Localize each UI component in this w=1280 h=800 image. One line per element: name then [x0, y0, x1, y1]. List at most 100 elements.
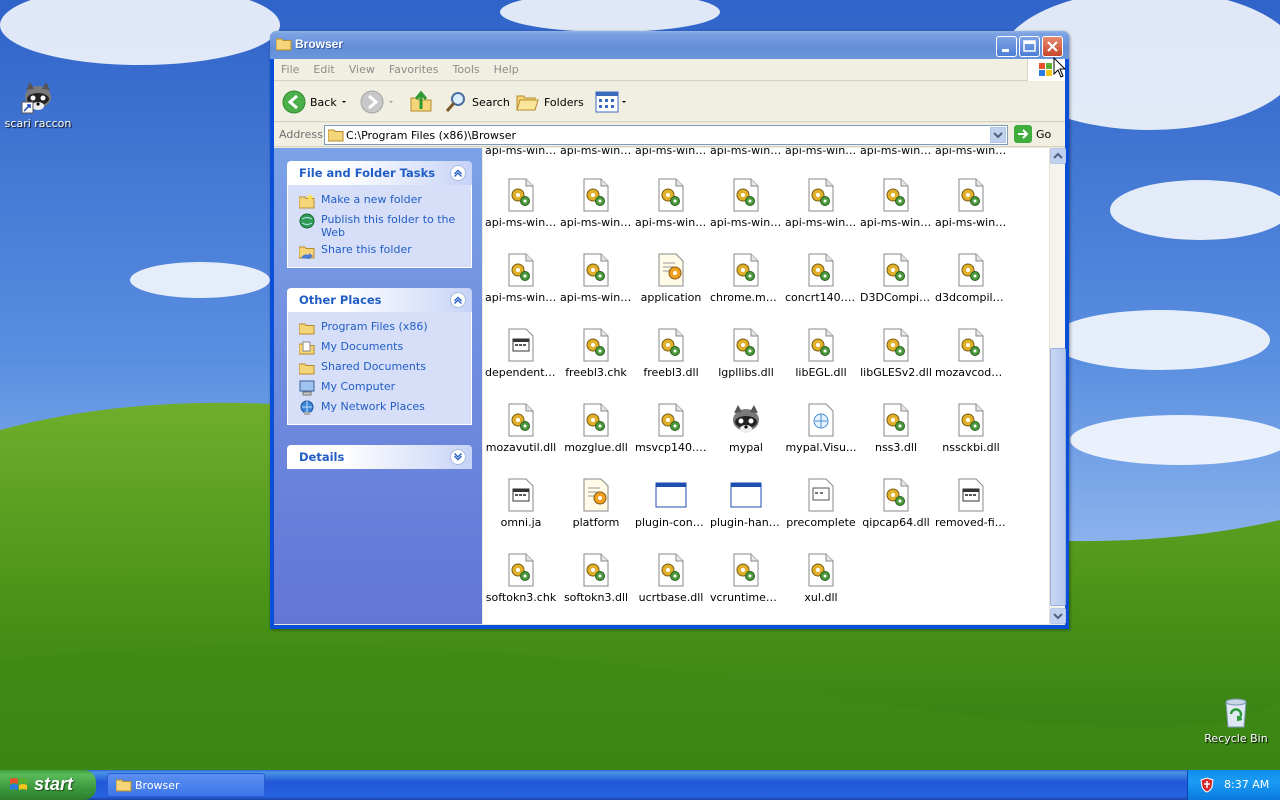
- menu-view[interactable]: View: [342, 59, 382, 76]
- panel-header[interactable]: File and Folder Tasks: [287, 161, 472, 185]
- views-button[interactable]: [594, 90, 630, 114]
- file-item[interactable]: mozavcodec...: [934, 328, 1008, 379]
- forward-button[interactable]: [360, 90, 398, 114]
- address-dropdown-button[interactable]: [990, 127, 1006, 143]
- file-item[interactable]: lgpllibs.dll: [709, 328, 783, 379]
- minimize-button[interactable]: [996, 36, 1017, 57]
- menu-help[interactable]: Help: [487, 59, 526, 76]
- file-item[interactable]: concrt140.dll: [784, 253, 858, 304]
- chevron-up-icon[interactable]: [450, 292, 466, 308]
- file-list-view[interactable]: api-ms-win-... api-ms-win-... api-ms-win-.…: [483, 148, 1049, 624]
- panel-header[interactable]: Details: [287, 445, 472, 469]
- scroll-up-button[interactable]: [1050, 148, 1066, 164]
- menu-edit[interactable]: Edit: [306, 59, 341, 76]
- place-my-documents[interactable]: My Documents: [299, 338, 471, 358]
- task-new-folder[interactable]: Make a new folder: [299, 191, 471, 211]
- desktop-icon-raccoon[interactable]: scari raccon: [0, 80, 76, 130]
- file-item[interactable]: api-ms-win-...: [784, 148, 858, 157]
- address-input[interactable]: C:\Program Files (x86)\Browser: [324, 125, 1008, 145]
- file-item[interactable]: api-ms-win-...: [484, 178, 558, 229]
- file-item[interactable]: freebl3.dll: [634, 328, 708, 379]
- folders-button[interactable]: Folders: [516, 90, 584, 114]
- desktop-icon-recycle-bin[interactable]: Recycle Bin: [1198, 695, 1274, 745]
- menu-file[interactable]: File: [274, 59, 306, 76]
- file-item[interactable]: plugin-hang-ui: [709, 478, 783, 529]
- file-item[interactable]: d3dcompiler...: [934, 253, 1008, 304]
- task-share-folder[interactable]: Share this folder: [299, 241, 471, 261]
- file-item[interactable]: api-ms-win-...: [784, 178, 858, 229]
- windows-flag-icon: [10, 778, 27, 790]
- file-item[interactable]: api-ms-win-...: [559, 253, 633, 304]
- file-item[interactable]: nss3.dll: [859, 403, 933, 454]
- address-value: C:\Program Files (x86)\Browser: [346, 129, 517, 142]
- menu-favorites[interactable]: Favorites: [382, 59, 446, 76]
- title-bar[interactable]: Browser: [270, 31, 1069, 59]
- vertical-scrollbar[interactable]: [1049, 148, 1066, 624]
- file-item[interactable]: mozavutil.dll: [484, 403, 558, 454]
- file-item[interactable]: D3DCompil...: [859, 253, 933, 304]
- scroll-thumb[interactable]: [1050, 348, 1066, 606]
- file-item[interactable]: api-ms-win-...: [484, 148, 558, 157]
- close-button[interactable]: [1042, 36, 1063, 57]
- chevron-up-icon[interactable]: [450, 165, 466, 181]
- panel-header[interactable]: Other Places: [287, 288, 472, 312]
- task-publish-web[interactable]: Publish this folder to the Web: [299, 211, 471, 241]
- dropdown-arrow-icon[interactable]: [384, 90, 398, 114]
- file-item[interactable]: libGLESv2.dll: [859, 328, 933, 379]
- file-item[interactable]: libEGL.dll: [784, 328, 858, 379]
- file-item[interactable]: softokn3.dll: [559, 553, 633, 604]
- file-item[interactable]: api-ms-win-...: [859, 148, 933, 157]
- go-button[interactable]: Go: [1014, 125, 1051, 143]
- file-item[interactable]: mypal.Visu...: [784, 403, 858, 454]
- file-item[interactable]: removed-files: [934, 478, 1008, 529]
- file-item[interactable]: api-ms-win-...: [634, 148, 708, 157]
- start-button[interactable]: start: [0, 770, 96, 800]
- file-item[interactable]: application: [634, 253, 708, 304]
- raccoon-shortcut-icon: [21, 82, 51, 114]
- file-item[interactable]: api-ms-win-...: [634, 178, 708, 229]
- file-item[interactable]: dependentli...: [484, 328, 558, 379]
- dropdown-arrow-icon[interactable]: [337, 90, 351, 114]
- place-my-computer[interactable]: My Computer: [299, 378, 471, 398]
- task-label: Share this folder: [321, 243, 412, 256]
- file-item[interactable]: freebl3.chk: [559, 328, 633, 379]
- file-item[interactable]: vcruntime1...: [709, 553, 783, 604]
- file-item[interactable]: omni.ja: [484, 478, 558, 529]
- dll-file-icon: [583, 178, 609, 212]
- file-item[interactable]: chrome.man...: [709, 253, 783, 304]
- file-item[interactable]: mozglue.dll: [559, 403, 633, 454]
- file-item[interactable]: plugin-cont...: [634, 478, 708, 529]
- scroll-down-button[interactable]: [1050, 608, 1066, 624]
- file-item[interactable]: ucrtbase.dll: [634, 553, 708, 604]
- file-item[interactable]: softokn3.chk: [484, 553, 558, 604]
- menu-tools[interactable]: Tools: [446, 59, 487, 76]
- place-program-files[interactable]: Program Files (x86): [299, 318, 471, 338]
- mouse-cursor-icon: [1053, 57, 1067, 78]
- up-folder-button[interactable]: [409, 90, 433, 114]
- file-item[interactable]: api-ms-win-...: [559, 148, 633, 157]
- file-item[interactable]: mypal: [709, 403, 783, 454]
- place-network-places[interactable]: My Network Places: [299, 398, 471, 418]
- file-item[interactable]: xul.dll: [784, 553, 858, 604]
- file-item[interactable]: msvcp140.dll: [634, 403, 708, 454]
- maximize-button[interactable]: [1019, 36, 1040, 57]
- taskbar-item-browser[interactable]: Browser: [107, 773, 265, 797]
- file-item[interactable]: api-ms-win-...: [709, 148, 783, 157]
- file-item[interactable]: api-ms-win-...: [934, 148, 1008, 157]
- place-shared-documents[interactable]: Shared Documents: [299, 358, 471, 378]
- search-button[interactable]: Search: [444, 90, 510, 114]
- file-name: api-ms-win-...: [560, 148, 633, 157]
- file-name: d3dcompiler...: [935, 291, 1008, 304]
- file-item[interactable]: api-ms-win-...: [484, 253, 558, 304]
- file-item[interactable]: nssckbi.dll: [934, 403, 1008, 454]
- chevron-down-icon[interactable]: [450, 449, 466, 465]
- file-item[interactable]: api-ms-win-...: [934, 178, 1008, 229]
- file-item[interactable]: qipcap64.dll: [859, 478, 933, 529]
- file-item[interactable]: api-ms-win-...: [859, 178, 933, 229]
- security-shield-icon[interactable]: [1200, 777, 1214, 793]
- file-item[interactable]: api-ms-win-...: [709, 178, 783, 229]
- file-item[interactable]: api-ms-win-...: [559, 178, 633, 229]
- file-item[interactable]: platform: [559, 478, 633, 529]
- back-button[interactable]: Back: [282, 90, 351, 114]
- file-item[interactable]: precomplete: [784, 478, 858, 529]
